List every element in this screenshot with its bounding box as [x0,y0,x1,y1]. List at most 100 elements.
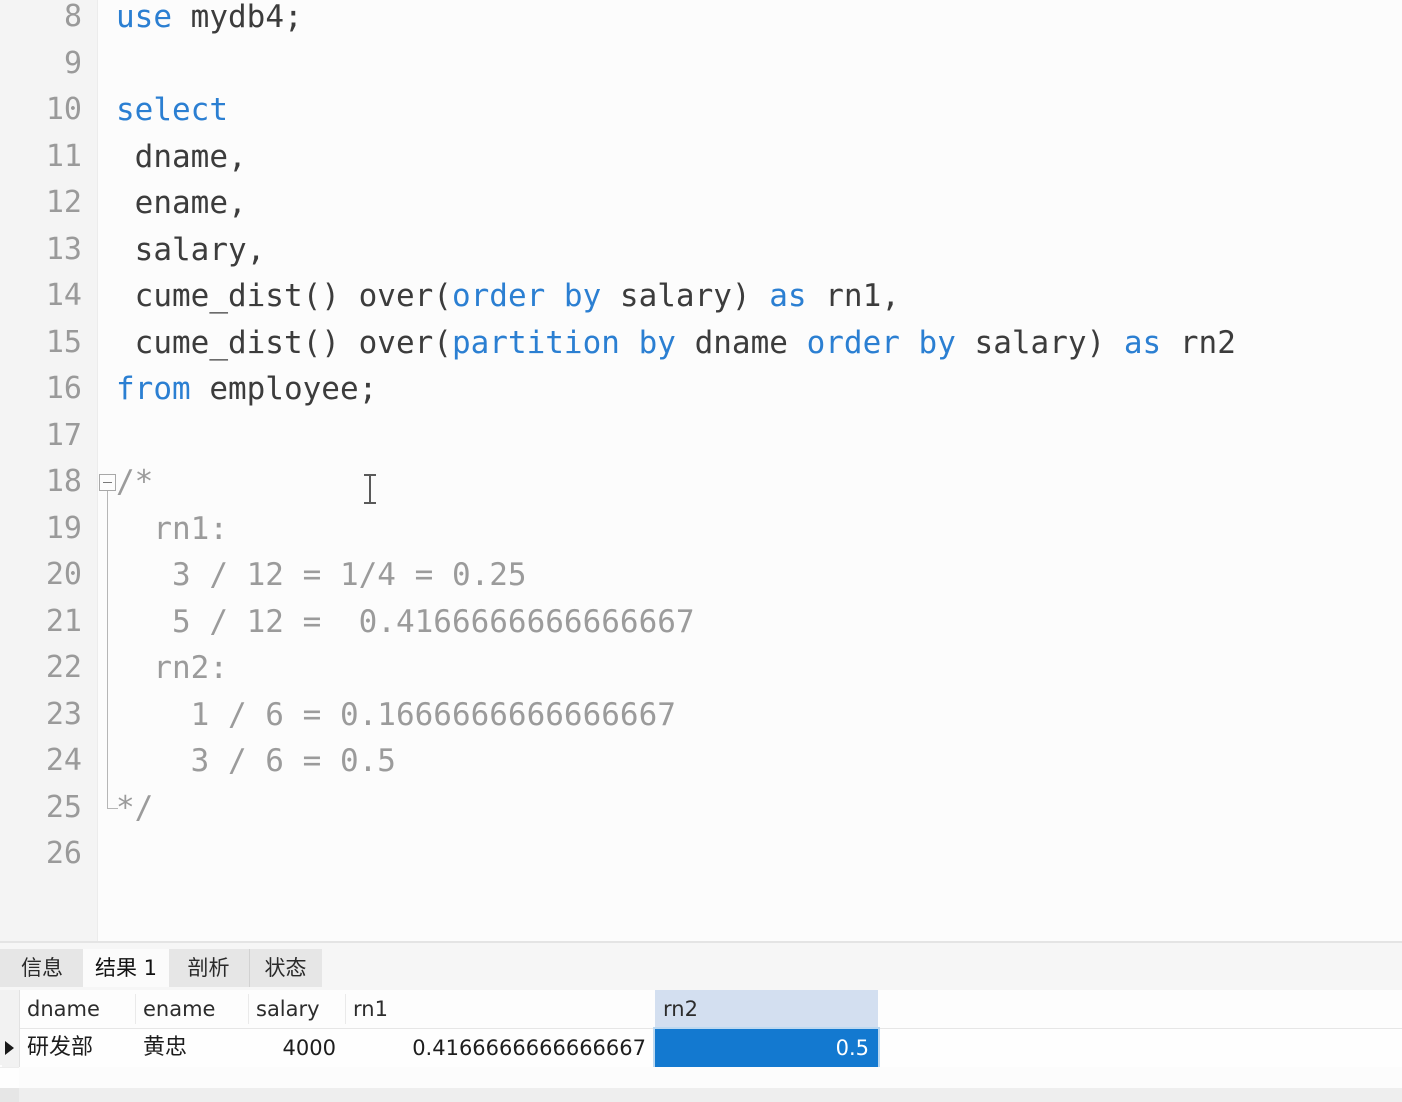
line-number: 10 [45,92,82,127]
column-header-ename[interactable]: ename [135,990,248,1028]
code-line[interactable]: 22 rn2: [0,645,1402,692]
code-line[interactable]: 17 [0,413,1402,460]
sql-keyword: from [116,371,191,407]
table-row[interactable]: 研发部 黄忠 4000 0.4166666666666667 0.5 [0,1029,1402,1068]
cell-ename[interactable]: 黄忠 [135,1029,248,1067]
cell-dname[interactable]: 研发部 [19,1029,135,1067]
sql-comment: */ [116,789,154,826]
line-number: 8 [63,0,82,34]
grid-header-row: dname ename salary rn1 rn2 [0,990,1402,1065]
row-current-marker[interactable] [2,1029,20,1067]
line-number: 9 [63,45,82,81]
line-number: 13 [45,231,82,267]
cell-rn2[interactable]: 0.5 [655,1029,878,1067]
row-marker-triangle-icon [5,1041,14,1055]
code-line-text: salary, [116,227,266,274]
sql-client-window: 8 use mydb4; 9 10 select 11 dname, 12 ename, 13… [0,0,1402,1102]
panel-footer [0,1088,1402,1102]
code-line-text: 3 / 12 = 1/4 = 0.25 [116,552,527,599]
line-number: 19 [45,510,82,546]
column-header-rn1[interactable]: rn1 [345,990,655,1028]
sql-editor[interactable]: 8 use mydb4; 9 10 select 11 dname, 12 ename, 13… [0,0,1402,941]
line-number: 26 [45,836,82,871]
sql-comment: 1 / 6 = 0.1666666666666667 [116,696,676,733]
line-number: 12 [45,185,82,220]
code-line[interactable]: 26 [0,831,1402,878]
column-header-dname[interactable]: dname [19,990,135,1028]
code-line[interactable]: 19 rn1: [0,506,1402,553]
sql-text: dname [675,324,807,361]
sql-text: salary) [955,324,1124,361]
result-tabbar[interactable]: 信息 结果 1 剖析 状态 [0,949,1402,987]
sql-keyword: as [1123,324,1162,361]
column-divider[interactable] [345,994,346,1024]
sql-keyword: select [116,92,228,128]
line-number: 17 [45,417,82,453]
code-line[interactable]: 21 5 / 12 = 0.4166666666666667 [0,599,1402,646]
sql-text: cume_dist() over( [116,278,452,314]
code-line-text: cume_dist() over(partition by dname orde… [116,320,1236,367]
sql-comment: 3 / 6 = 0.5 [116,743,396,779]
sql-comment: 3 / 12 = 1/4 = 0.25 [116,557,527,593]
code-line[interactable]: 25 */ [0,785,1402,832]
result-tab-2[interactable]: 剖析 [172,949,245,987]
code-line[interactable]: 24 3 / 6 = 0.5 [0,738,1402,785]
code-line-text: rn1: [116,506,228,553]
sql-keyword: partition by [451,324,676,361]
panel-divider [0,941,1402,943]
result-grid[interactable]: dname ename salary rn1 rn2 研发部 黄忠 4000 0.416666… [0,990,1402,1102]
code-line-text: /* [116,459,153,506]
code-line[interactable]: 16 from employee; [0,366,1402,413]
code-line-text: 1 / 6 = 0.1666666666666667 [116,692,676,739]
code-line[interactable]: 12 ename, [0,180,1402,227]
result-tab-3[interactable]: 状态 [249,949,321,987]
sql-text: employee; [190,371,378,407]
result-panel: 信息 结果 1 剖析 状态 dname ename salary rn1 rn2 研发部 黄忠 4… [0,941,1402,1102]
line-number: 25 [45,789,82,825]
sql-text: salary, [116,231,266,268]
sql-comment: /* [116,464,154,500]
code-line-text: dname, [116,134,247,181]
result-tab-0[interactable]: 信息 [6,949,78,987]
code-line[interactable]: 11 dname, [0,134,1402,181]
code-line-text: rn2: [116,645,228,692]
grid-empty-area [19,1067,1402,1089]
code-line[interactable]: 20 3 / 12 = 1/4 = 0.25 [0,552,1402,599]
sql-text: dname, [116,138,247,175]
code-line-text: from employee; [116,366,377,413]
code-line[interactable]: 13 salary, [0,227,1402,274]
column-header-salary[interactable]: salary [248,990,345,1028]
code-line[interactable]: 18 /* [0,459,1402,506]
code-line[interactable]: 9 [0,41,1402,88]
code-line-text: select [116,87,228,134]
sql-comment: rn1: [116,510,228,547]
code-line[interactable]: 23 1 / 6 = 0.1666666666666667 [0,692,1402,739]
line-number: 11 [45,138,82,174]
line-number: 18 [45,464,82,499]
cell-salary[interactable]: 4000 [248,1029,345,1067]
sql-comment: rn2: [116,650,228,686]
cell-rn1[interactable]: 0.4166666666666667 [345,1029,655,1067]
sql-text: mydb4; [172,0,303,35]
sql-text: salary) [601,278,770,314]
sql-keyword: order by [451,278,602,314]
code-line[interactable]: 14 cume_dist() over(order by salary) as … [0,273,1402,320]
sql-text: rn2 [1161,324,1236,361]
column-divider[interactable] [248,994,249,1024]
line-number: 21 [45,603,82,639]
column-divider[interactable] [135,994,136,1024]
mouse-ibeam-cursor [364,474,376,504]
result-tab-1[interactable]: 结果 1 [83,949,169,987]
fold-toggle-icon[interactable] [99,474,116,492]
line-number: 14 [45,278,82,313]
sql-text: cume_dist() over( [116,324,452,361]
column-header-rn2[interactable]: rn2 [655,990,878,1028]
code-line[interactable]: 15 cume_dist() over(partition by dname o… [0,320,1402,367]
code-line[interactable]: 10 select [0,87,1402,134]
code-line[interactable]: 8 use mydb4; [0,0,1402,41]
panel-footer-left [0,1088,19,1102]
code-line-text: */ [116,785,153,832]
line-number: 20 [45,557,82,592]
code-line-text: 5 / 12 = 0.4166666666666667 [116,599,695,646]
code-line-text: cume_dist() over(order by salary) as rn1… [116,273,900,320]
